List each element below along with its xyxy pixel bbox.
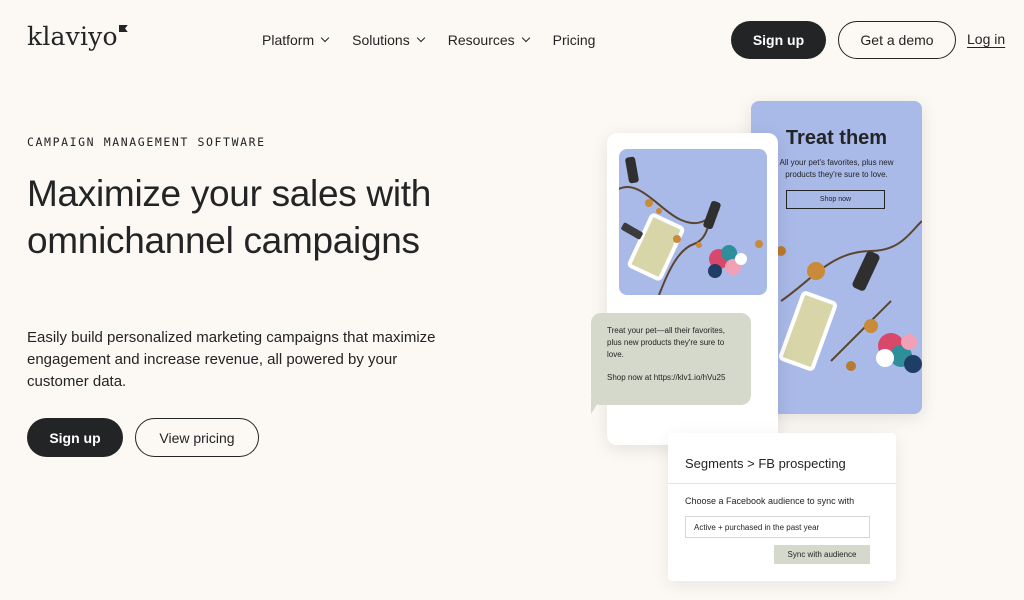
header-signup-button[interactable]: Sign up	[731, 21, 826, 59]
panel-title: Segments > FB prospecting	[685, 456, 846, 471]
sms-message-bubble: Treat your pet—all their favorites, plus…	[591, 313, 751, 405]
nav-item-label: Platform	[262, 32, 315, 48]
eyebrow-text: CAMPAIGN MANAGEMENT SOFTWARE	[27, 135, 266, 149]
logo-text: klaviyo	[27, 22, 118, 51]
audience-input: Active + purchased in the past year	[685, 516, 870, 538]
sms-message-text: Treat your pet—all their favorites, plus…	[607, 326, 725, 359]
view-pricing-button[interactable]: View pricing	[135, 418, 259, 457]
hero-subtext: Easily build personalized marketing camp…	[27, 329, 436, 390]
pet-toys-image	[619, 156, 763, 295]
nav-item-label: Pricing	[552, 32, 596, 48]
nav-item-solutions[interactable]: Solutions	[352, 31, 425, 49]
nav-item-label: Resources	[447, 32, 515, 48]
sms-link-text: Shop now at https://klv1.io/hVu25	[607, 373, 726, 382]
get-demo-button[interactable]: Get a demo	[838, 21, 956, 59]
main-nav: Platform Solutions Resources Pricing	[262, 31, 619, 49]
chevron-down-icon	[416, 33, 425, 43]
nav-item-platform[interactable]: Platform	[262, 31, 330, 49]
logo-flag-icon	[118, 25, 128, 32]
chevron-down-icon	[320, 33, 330, 43]
panel-divider	[668, 483, 896, 484]
nav-item-label: Solutions	[352, 32, 410, 48]
nav-item-resources[interactable]: Resources	[447, 31, 530, 49]
sync-audience-button: Sync with audience	[774, 545, 870, 564]
chevron-down-icon	[521, 33, 530, 43]
nav-item-pricing[interactable]: Pricing	[553, 31, 596, 49]
sms-bubble-tail	[591, 398, 601, 414]
phone-product-image	[619, 149, 767, 295]
login-link[interactable]: Log in	[967, 31, 1005, 47]
klaviyo-logo[interactable]: klaviyo	[27, 22, 128, 52]
hero-headline: Maximize your sales with omnichannel cam…	[27, 173, 432, 261]
segment-sync-panel: Segments > FB prospecting Choose a Faceb…	[668, 433, 896, 581]
hero-signup-button[interactable]: Sign up	[27, 418, 123, 457]
panel-label: Choose a Facebook audience to sync with	[685, 496, 855, 506]
